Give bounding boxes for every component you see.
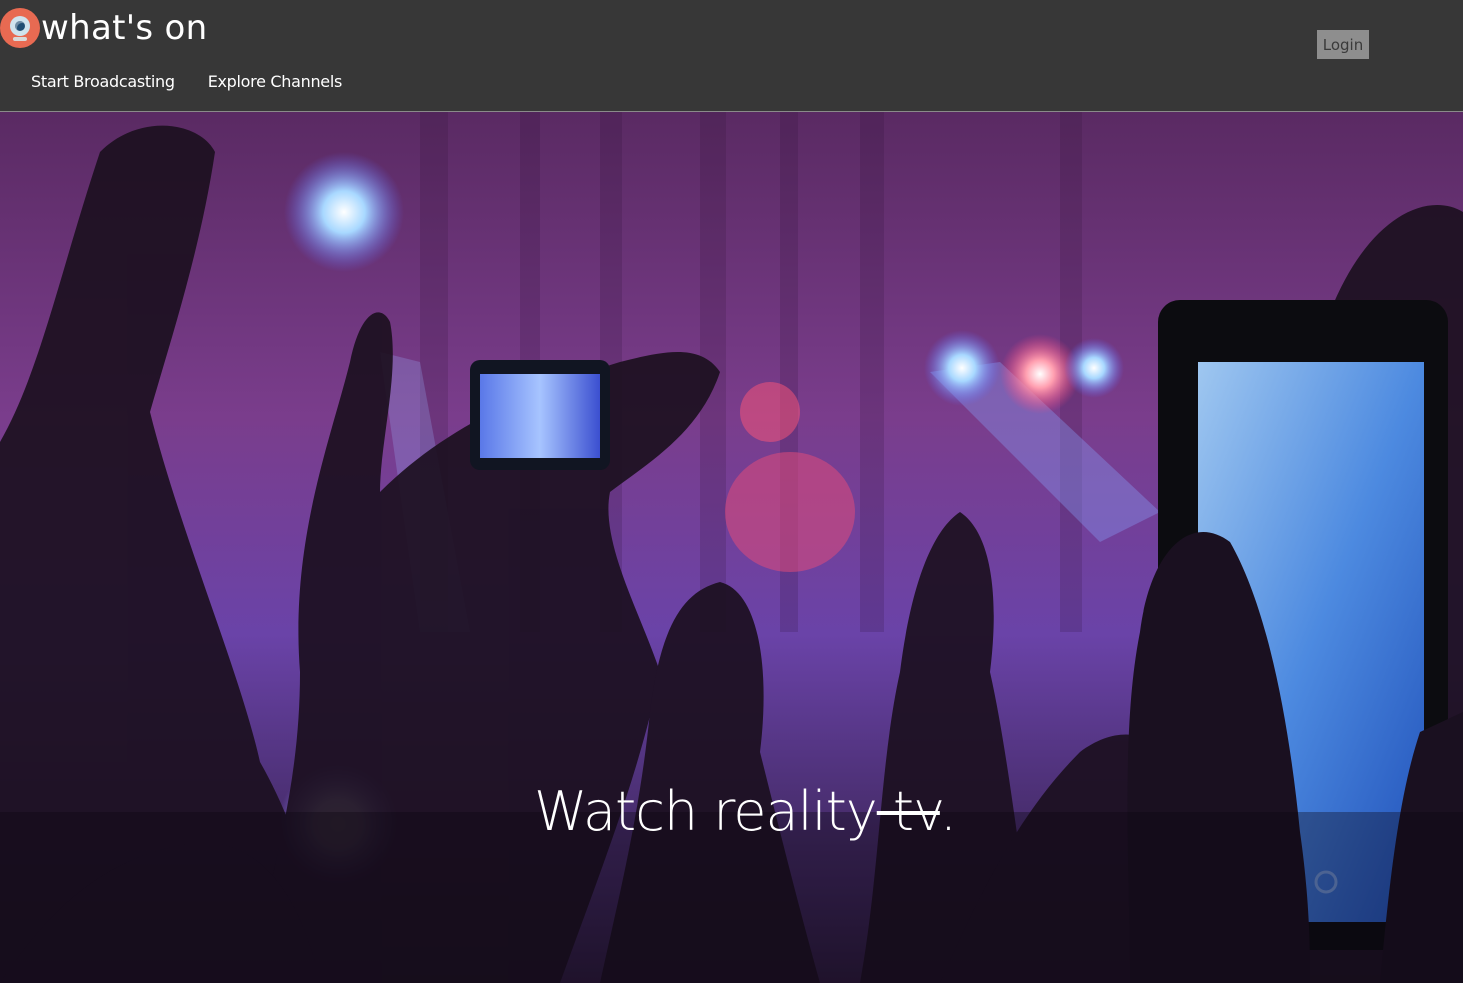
tagline-struck-tv: tv [876, 780, 941, 843]
tagline-main: Watch reality [534, 780, 878, 843]
brand-name: what's on [41, 8, 208, 48]
top-navigation-bar: what's on Start Broadcasting Explore Cha… [0, 0, 1463, 112]
hero-banner: Watch reality tv. [0, 112, 1463, 983]
nav-explore-channels[interactable]: Explore Channels [208, 72, 343, 91]
login-button[interactable]: Login [1317, 30, 1369, 59]
brand[interactable]: what's on [0, 4, 207, 52]
concert-crowd-image [0, 112, 1463, 983]
main-nav: Start Broadcasting Explore Channels [31, 72, 342, 91]
nav-start-broadcasting[interactable]: Start Broadcasting [31, 72, 175, 91]
hero-tagline: Watch reality tv. [534, 780, 957, 843]
tagline-period: . [939, 780, 957, 843]
webcam-icon [0, 8, 40, 48]
